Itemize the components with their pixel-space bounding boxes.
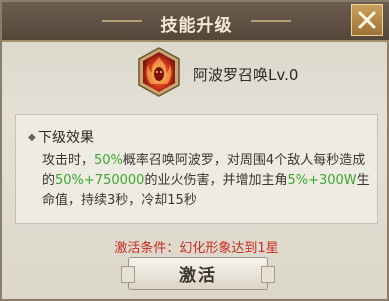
close-button[interactable] [351, 4, 383, 36]
skill-name: 阿波罗召唤Lv.0 [193, 66, 299, 84]
close-icon [358, 11, 376, 29]
diamond-bullet-icon: ◆ [28, 132, 36, 143]
dialog-title: 技能升级 [160, 16, 233, 36]
effect-text-segment: 的业火伤害，并增加主角 [144, 173, 288, 188]
activate-button[interactable]: 激活 [121, 257, 275, 290]
skill-upgrade-dialog: 技能升级 阿波罗召唤Lv.0 ◆ 下级效果 攻击时，50%概率召唤阿波罗，对周围4… [0, 0, 389, 301]
title-decoration-right [251, 20, 291, 22]
activation-condition: 激活条件：幻化形象达到1星 [114, 241, 279, 256]
dialog-title-bar: 技能升级 [2, 2, 389, 42]
effect-text-segment: 攻击时， [42, 153, 95, 168]
flame-demon-icon [138, 47, 180, 97]
effect-value-highlight: 50%+750000 [55, 173, 145, 188]
effect-value-highlight: 5%+300W [287, 173, 357, 188]
activate-button-label: 激活 [179, 266, 217, 286]
effect-description-panel: ◆ 下级效果 攻击时，50%概率召唤阿波罗，对周围4个敌人每秒造成的50%+750… [15, 114, 378, 224]
effect-header: ◆ 下级效果 [28, 127, 94, 147]
effect-description-text: 攻击时，50%概率召唤阿波罗，对周围4个敌人每秒造成的50%+750000的业火… [42, 151, 372, 211]
effect-header-label: 下级效果 [38, 130, 94, 146]
effect-value-highlight: 50% [94, 153, 123, 168]
